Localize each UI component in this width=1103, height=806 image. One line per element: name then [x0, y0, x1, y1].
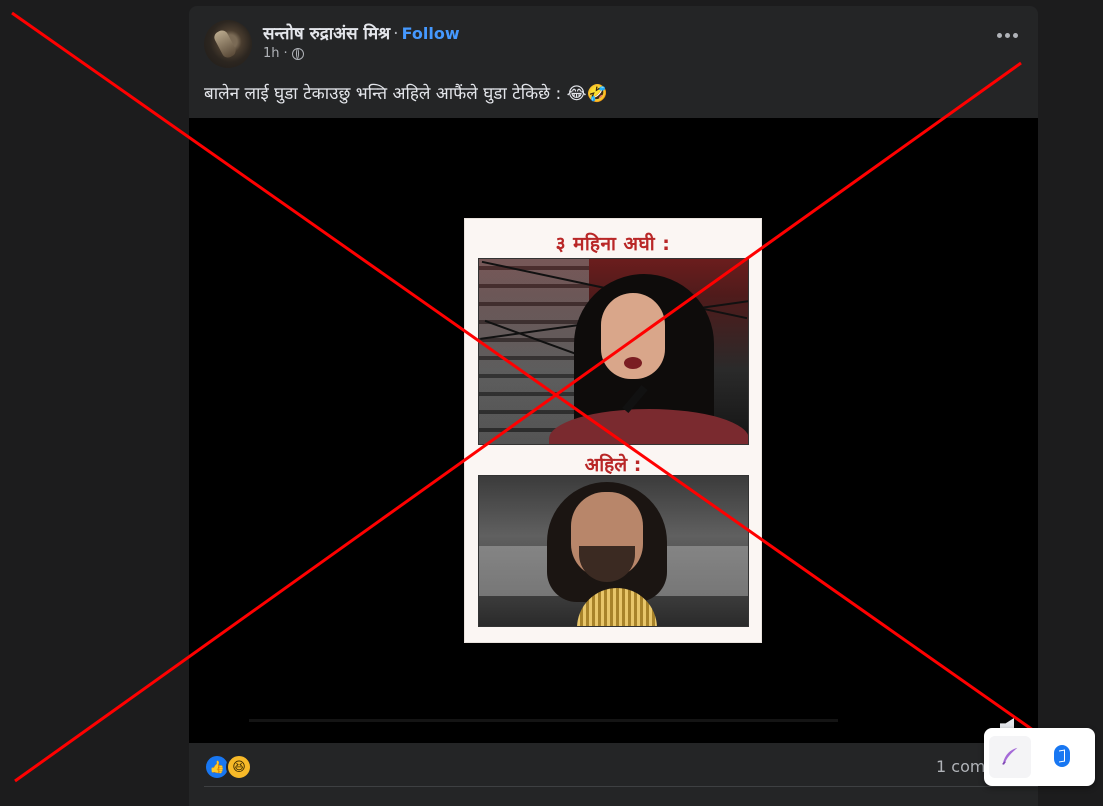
follow-button[interactable]: Follow [402, 24, 460, 43]
author-row: सन्तोष रुद्राअंस मिश्र · Follow [263, 21, 460, 44]
comments-count[interactable]: 1 com [936, 757, 985, 776]
divider [204, 786, 1038, 787]
bluetooth-icon[interactable] [1054, 745, 1070, 767]
reactions-summary[interactable]: 👍 😆 [204, 754, 252, 780]
more-options-icon[interactable] [997, 33, 1018, 38]
author-name[interactable]: सन्तोष रुद्राअंस मिश्र [263, 24, 390, 44]
video-thumbnail: ३ महिना अघी : अहिले : [464, 218, 762, 643]
globe-icon [291, 47, 304, 60]
post-meta: 1h · [263, 46, 304, 61]
post-caption: बालेन लाई घुडा टेकाउछु भन्ति अहिले आफैंल… [204, 84, 608, 104]
haha-reaction-icon: 😆 [226, 754, 252, 780]
quill-icon[interactable] [989, 736, 1031, 778]
post-time[interactable]: 1h [263, 46, 280, 61]
thumbnail-photo-top [478, 258, 749, 445]
post-card: सन्तोष रुद्राअंस मिश्र · Follow 1h · बालेन… [189, 6, 1038, 806]
video-controls [189, 699, 1038, 743]
thumbnail-photo-bottom [478, 475, 749, 627]
meta-separator: · [283, 46, 288, 61]
video-player[interactable]: ३ महिना अघी : अहिले : [189, 118, 1038, 743]
thumbnail-top-text: ३ महिना अघी : [555, 233, 671, 255]
thumbnail-mid-text: अहिले : [584, 454, 642, 476]
extension-popup [984, 728, 1095, 786]
author-avatar[interactable] [204, 20, 252, 68]
separator-dot: · [393, 24, 399, 44]
